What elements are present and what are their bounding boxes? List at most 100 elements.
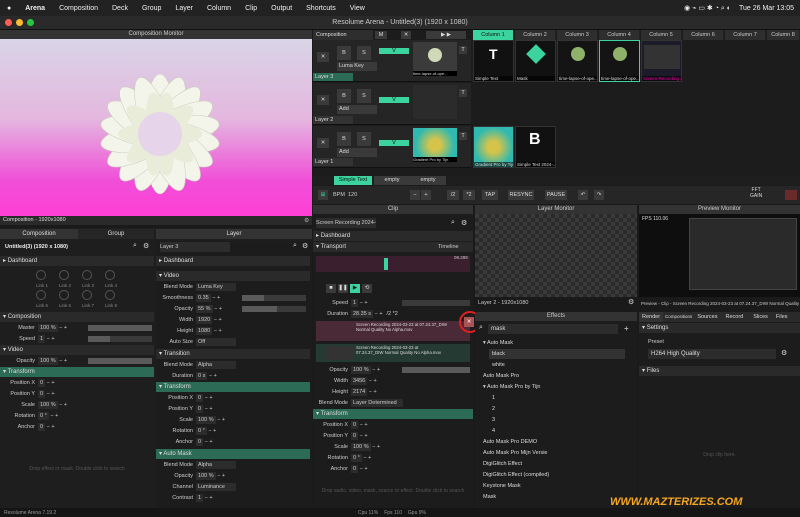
deck-tab-1[interactable]: Simple Text [334,176,372,185]
link-knob[interactable] [59,290,69,300]
layer-3-video-button[interactable]: V [379,48,409,54]
clip-simple-text[interactable]: T Simple Text [473,40,514,82]
layer-1-video-button[interactable]: V [379,140,409,146]
clip-simple-text-2[interactable]: B Simple Text 2024-... [515,126,556,168]
layer-automask-section[interactable]: ▾ Auto Mask [156,449,310,459]
layer-transition-section[interactable]: ▾ Transition [156,349,310,359]
audio-meter[interactable] [785,190,797,200]
tab-slices[interactable]: Slices [748,312,773,322]
effect-item[interactable]: ▾ Auto Mask Pro by Tijn [483,382,540,392]
tab-group[interactable]: Group [78,229,154,239]
menubar-clock[interactable]: Tue 26 Mar 13:05 [739,5,794,12]
metronome-icon[interactable]: ⊞ [318,190,328,200]
gear-icon[interactable]: ⚙ [461,219,467,227]
smoothness-slider[interactable] [242,295,306,301]
gear-icon[interactable]: ⚙ [302,242,308,250]
effect-item[interactable]: white [492,360,505,370]
menu-deck[interactable]: Deck [105,5,135,12]
tab-sources[interactable]: Sources [694,312,720,322]
layer-2-transition-button[interactable]: T [459,89,467,97]
comp-video-section[interactable]: ▾ Video [0,345,154,355]
column-header-8[interactable]: Column 8 [767,30,800,40]
comp-dashboard-section[interactable]: ▸ Dashboard [0,256,154,266]
clip-mask[interactable]: Mask [515,40,556,82]
comp-opacity-slider[interactable] [88,358,152,364]
bpm-readout[interactable]: BPM 120 [333,190,357,200]
deck-tab-2[interactable]: empty [374,176,410,185]
effect-item[interactable]: DigiGlitch Effect [483,459,522,469]
effect-item[interactable]: 1 [492,393,495,403]
layer-3-clear-button[interactable]: ✕ [317,52,329,62]
loop-button[interactable]: ⟲ [362,284,372,293]
layer-1-clear-button[interactable]: ✕ [317,138,329,148]
tab-files[interactable]: Files [773,312,791,322]
clip-screen-recording[interactable]: Screen Recording 2024-03-23... [641,40,682,82]
play-button[interactable]: ▶ [350,284,360,293]
gear-icon[interactable]: ⚙ [628,298,634,306]
menu-layer[interactable]: Layer [168,5,200,12]
add-effect-icon[interactable]: + [624,324,629,333]
master-slider[interactable] [88,325,152,331]
layer-1-blend-select[interactable]: Add [337,148,377,157]
effect-item[interactable]: black [489,349,625,359]
effect-item[interactable]: Keystone Mask [483,481,521,491]
column-header-1[interactable]: Column 1 [473,30,514,40]
layer-dashboard-section[interactable]: ▸ Dashboard [156,256,310,266]
preview-monitor-view[interactable]: FPS 110.06 [639,214,800,297]
clip-opacity-slider[interactable] [402,367,470,373]
menu-clip[interactable]: Clip [238,5,264,12]
clip-waveform-timeline[interactable] [316,256,470,272]
layer-transform-section[interactable]: ▾ Transform [156,382,310,392]
link-knob[interactable] [36,290,46,300]
menu-composition[interactable]: Composition [52,5,105,12]
column-header-5[interactable]: Column 5 [641,30,682,40]
undo-icon[interactable]: ↶ [578,190,588,200]
layer-video-section[interactable]: ▾ Video [156,271,310,281]
effect-item[interactable]: 4 [492,426,495,436]
effect-item[interactable]: Auto Mask Pro [483,371,519,381]
remove-mask-button[interactable]: ✕ [464,317,474,327]
speed-slider[interactable] [88,336,152,342]
link-knob[interactable] [59,270,69,280]
redo-icon[interactable]: ↷ [594,190,604,200]
link-knob[interactable] [105,270,115,280]
clip-transform-section[interactable]: ▾ Transform [313,409,473,419]
effect-item[interactable]: Auto Mask Pro Mijn Versie [483,448,548,458]
minimize-window-icon[interactable] [16,19,23,26]
deck-tab-3[interactable]: empty [410,176,446,185]
link-knob[interactable] [82,290,92,300]
menu-column[interactable]: Column [200,5,238,12]
clip-speed-slider[interactable] [402,300,470,306]
column-header-2[interactable]: Column 2 [515,30,556,40]
clip-dashboard-section[interactable]: ▸ Dashboard [313,231,473,241]
column-header-3[interactable]: Column 3 [557,30,598,40]
column-header-4[interactable]: Column 4 [599,30,640,40]
layer-3-bypass-button[interactable]: B [337,46,351,60]
bpm-plus-button[interactable]: + [421,190,431,200]
layer-1-name[interactable]: Layer 1 [313,158,353,166]
search-icon[interactable]: ⌕ [133,242,137,250]
bpm-minus-button[interactable]: − [410,190,420,200]
tab-render[interactable]: Render [639,312,664,322]
pause-clip-button[interactable]: ❚❚ [338,284,348,293]
layer-1-transition-button[interactable]: T [459,132,467,140]
gear-icon[interactable]: ⚙ [143,242,149,250]
tab-composition[interactable]: Composition [0,229,78,239]
resync-button[interactable]: RESYNC [508,190,534,200]
clip-source-slot[interactable]: Screen Recording 2024-03-23 at 07.24.37_… [316,344,470,362]
bpm-double-button[interactable]: *2 [463,190,475,200]
layer-2-clear-button[interactable]: ✕ [317,95,329,105]
files-section[interactable]: ▾ Files [639,366,800,376]
zoom-window-icon[interactable] [27,19,34,26]
layer-2-name[interactable]: Layer 2 [313,116,353,124]
clip-timelapse-1[interactable]: time-lapse-of-ope... [557,40,598,82]
effect-item[interactable]: Mask [483,492,496,502]
bpm-half-button[interactable]: /2 [447,190,459,200]
link-knob[interactable] [82,270,92,280]
master-button[interactable]: M [375,31,387,39]
layer-1-bypass-button[interactable]: B [337,132,351,146]
effect-item[interactable]: ▾ Auto Mask [483,338,513,348]
effect-item[interactable]: DigiGlitch Effect (compiled) [483,470,549,480]
apple-icon[interactable]: ● [0,5,18,12]
menu-view[interactable]: View [343,5,372,12]
